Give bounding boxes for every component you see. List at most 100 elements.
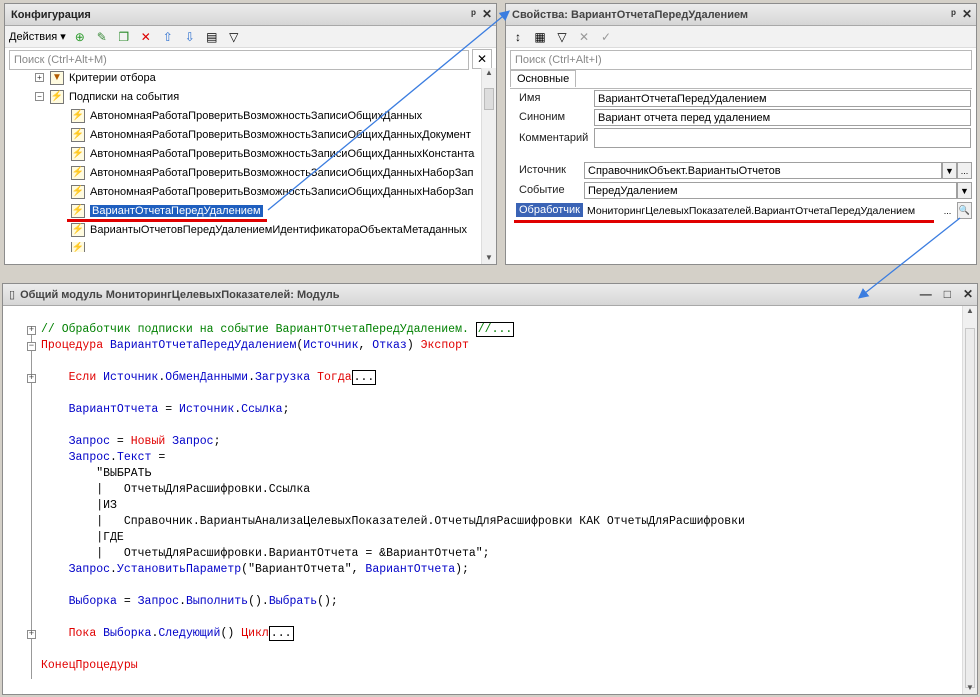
event-dropdown-icon[interactable]: ▼ [957,182,972,199]
properties-search-input[interactable]: Поиск (Ctrl+Alt+I) [510,50,972,70]
tree-item[interactable]: ⚡ АвтономнаяРаботаПроверитьВозможностьЗап… [71,182,473,201]
tab-main[interactable]: Основные [510,70,577,87]
properties-window: Свойства: ВариантОтчетаПередУдалением ᵖ ✕… [505,3,977,265]
tree-item[interactable]: ⚡ АвтономнаяРаботаПроверитьВозможностьЗап… [71,163,473,182]
minimize-icon[interactable]: — [920,287,932,301]
code-line: | ОтчетыДляРасшифровки.Ссылка [96,483,311,496]
subscription-icon: ⚡ [71,242,85,252]
pin-icon[interactable]: ᵖ [951,7,956,21]
clear-search-icon[interactable]: ✕ [472,49,492,69]
synonym-field[interactable]: Вариант отчета перед удалением [594,109,971,126]
config-search-input[interactable]: Поиск (Ctrl+Alt+M) ✕ [9,49,492,70]
move-down-icon[interactable]: ⇩ [182,29,198,45]
move-up-icon[interactable]: ⇧ [160,29,176,45]
code-line: Запрос = Новый Запрос; [68,435,221,448]
code-line: | ОтчетыДляРасшифровки.ВариантОтчета = &… [96,547,490,560]
module-doc-icon: ▯ [9,289,16,301]
pin-icon[interactable]: ᵖ [471,7,476,21]
subscription-icon: ⚡ [71,203,85,218]
tree-item-partial: ⚡ [71,242,90,252]
subscription-icon: ⚡ [71,108,85,123]
module-window: ▯ Общий модуль МониторингЦелевыхПоказате… [2,283,978,695]
close-icon[interactable]: ✕ [963,287,973,301]
handler-ellipsis-button[interactable]: ... [940,202,955,219]
properties-title: Свойства: ВариантОтчетаПередУдалением [512,8,749,21]
module-scrollbar[interactable]: ▲ ▼ [962,306,977,694]
event-field[interactable]: ПередУдалением [584,182,957,199]
module-titlebar: ▯ Общий модуль МониторингЦелевыхПоказате… [3,284,977,306]
module-title: Общий модуль МониторингЦелевыхПоказателе… [20,288,340,301]
config-scrollbar[interactable]: ▲ ▼ [481,68,496,264]
source-label: Источник [519,164,566,176]
expand-icon[interactable]: + [35,73,44,82]
fold-expand-icon[interactable]: + [27,374,36,383]
tree-item[interactable]: ⚡ АвтономнаяРаботаПроверитьВозможностьЗап… [71,106,422,125]
folder-icon: ▼ [50,70,64,85]
config-title: Конфигурация [11,8,91,21]
tree-item[interactable]: ⚡ АвтономнаяРаботаПроверитьВозможностьЗап… [71,144,474,163]
fold-collapse-icon[interactable]: − [27,342,36,351]
tree-item-selected[interactable]: ⚡ ВариантОтчетаПередУдалением [71,201,263,220]
name-label: Имя [519,92,541,104]
actions-menu[interactable]: Действия ▾ [9,30,66,43]
close-icon[interactable]: ✕ [962,7,972,21]
code-line: | Справочник.ВариантыАнализаЦелевыхПоказ… [96,515,745,528]
code-line: Запрос.Текст = [68,451,166,464]
handler-open-icon[interactable]: 🔍 [957,202,972,219]
code-line: Запрос.УстановитьПараметр("ВариантОтчета… [68,563,469,576]
source-field[interactable]: СправочникОбъект.ВариантыОтчетов [584,162,942,179]
properties-titlebar: Свойства: ВариантОтчетаПередУдалением ᵖ ✕ [506,4,976,26]
subscription-icon: ⚡ [71,222,85,237]
config-titlebar: Конфигурация ᵖ ✕ [5,4,496,26]
edit-icon[interactable]: ✎ [94,29,110,45]
synonym-label: Синоним [519,111,566,123]
name-field[interactable]: ВариантОтчетаПередУдалением [594,90,971,107]
tree-item[interactable]: ⚡ ВариантыОтчетовПередУдалениемИдентифика… [71,220,467,239]
cancel-icon[interactable]: ✕ [576,29,592,45]
code-line: "ВЫБРАТЬ [96,467,152,480]
handler-field[interactable]: МониторингЦелевыхПоказателей.ВариантОтче… [584,202,942,219]
event-label: Событие [519,184,565,196]
list-icon[interactable]: ▤ [204,29,220,45]
collapse-icon[interactable]: − [35,92,44,101]
code-line: Пока Выборка.Следующий() Цикл... [68,626,294,641]
add-icon[interactable]: ⊕ [72,29,88,45]
code-line: ВариантОтчета = Источник.Ссылка; [68,403,290,416]
comment-label: Комментарий [519,132,589,144]
code-line: Если Источник.ОбменДанными.Загрузка Тогд… [68,370,377,385]
highlight-underline [514,220,934,223]
code-line: Процедура ВариантОтчетаПередУдалением(Ис… [41,339,469,352]
subscription-icon: ⚡ [71,127,85,142]
config-window: Конфигурация ᵖ ✕ Действия ▾ ⊕ ✎ ❐ ✕ ⇧ ⇩ ▤… [4,3,497,265]
code-line: // Обработчик подписки на событие Вариан… [41,322,515,337]
subscription-icon: ⚡ [71,146,85,161]
apply-icon[interactable]: ✓ [598,29,614,45]
properties-toolbar: ↕ ▦ ▽ ✕ ✓ [506,26,976,48]
code-line: Выборка = Запрос.Выполнить().Выбрать(); [68,595,338,608]
code-editor[interactable]: + // Обработчик подписки на событие Вари… [3,306,961,694]
sort-alpha-icon[interactable]: ↕ [510,29,526,45]
subscription-icon: ⚡ [71,184,85,199]
handler-label: Обработчик [516,203,583,217]
filter-icon[interactable]: ▽ [226,29,242,45]
delete-icon[interactable]: ✕ [138,29,154,45]
fold-guide [31,334,32,679]
subscription-icon: ⚡ [50,89,64,104]
comment-field[interactable] [594,128,971,148]
fold-expand-icon[interactable]: + [27,630,36,639]
tree-item[interactable]: ⚡ АвтономнаяРаботаПроверитьВозможностьЗап… [71,125,471,144]
code-line: |ГДЕ [96,531,124,544]
close-icon[interactable]: ✕ [482,7,492,21]
tree-item-filter-criteria[interactable]: + ▼ Критерии отбора [35,68,156,87]
source-dropdown-icon[interactable]: ▼ [942,162,957,179]
copy-icon[interactable]: ❐ [116,29,132,45]
code-line: КонецПроцедуры [41,659,138,672]
source-ellipsis-button[interactable]: ... [957,162,972,179]
filter-props-icon[interactable]: ▽ [554,29,570,45]
code-line: |ИЗ [96,499,117,512]
tree-item-event-subscriptions[interactable]: − ⚡ Подписки на события [35,87,179,106]
fold-expand-icon[interactable]: + [27,326,36,335]
maximize-icon[interactable]: □ [944,287,951,301]
categories-icon[interactable]: ▦ [532,29,548,45]
subscription-icon: ⚡ [71,165,85,180]
